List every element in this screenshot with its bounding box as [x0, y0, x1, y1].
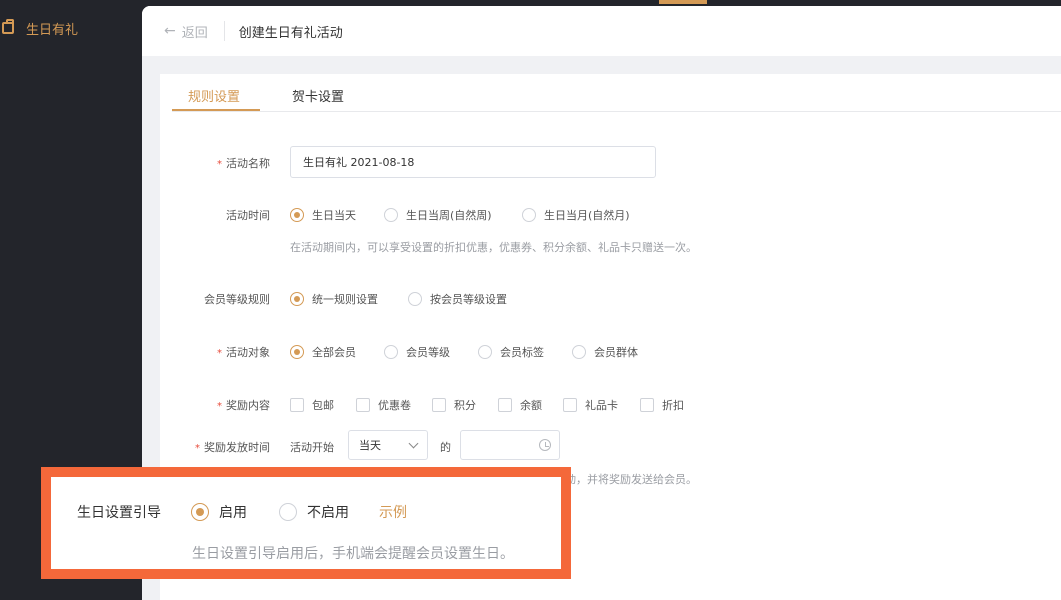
tab-active-indicator: [172, 109, 260, 111]
checkbox-coupon[interactable]: 优惠卷: [356, 397, 411, 413]
clock-icon: [539, 439, 551, 451]
radio-icon: [478, 345, 492, 359]
radio-member-level[interactable]: 会员等级: [384, 344, 450, 360]
reward-time-prefix: 活动开始: [290, 441, 334, 454]
checkbox-balance[interactable]: 余额: [498, 397, 542, 413]
reward-time-label: * 奖励发放时间: [195, 441, 270, 454]
radio-guide-enable[interactable]: 启用: [191, 502, 247, 522]
checkbox-icon: [432, 398, 446, 412]
radio-icon: [384, 345, 398, 359]
tab-bar: 规则设置 贺卡设置: [172, 74, 1061, 112]
activity-name-label: * 活动名称: [217, 157, 270, 170]
required-mark: *: [195, 443, 200, 454]
radio-all-members[interactable]: 全部会员: [290, 344, 356, 360]
radio-birthday-month[interactable]: 生日当月(自然月): [522, 207, 630, 223]
radio-icon: [279, 503, 297, 521]
tab-card-settings[interactable]: 贺卡设置: [292, 86, 344, 105]
sidebar-item-birthday-gift[interactable]: 生日有礼: [0, 16, 78, 40]
required-mark: *: [217, 401, 222, 412]
top-tab-indicator: [659, 0, 707, 4]
birthday-guide-label: 生日设置引导: [77, 505, 161, 521]
radio-per-level-rule[interactable]: 按会员等级设置: [408, 291, 507, 307]
radio-icon: [408, 292, 422, 306]
page-header: ← 返回 创建生日有礼活动: [142, 6, 1061, 56]
checkbox-icon: [356, 398, 370, 412]
reward-time-hint: 动，并将奖励发送给会员。: [565, 473, 697, 486]
checkbox-discount[interactable]: 折扣: [640, 397, 684, 413]
sidebar-item-label: 生日有礼: [26, 22, 79, 38]
time-picker-input[interactable]: [460, 430, 560, 460]
checkbox-free-shipping[interactable]: 包邮: [290, 397, 334, 413]
birthday-guide-highlight: 生日设置引导 启用 不启用 示例 生日设置引导启用后，手机端会提醒会员设置生日。: [41, 467, 571, 579]
activity-time-label: 活动时间: [226, 209, 270, 222]
radio-selected-icon: [290, 208, 304, 222]
radio-birthday-day[interactable]: 生日当天: [290, 207, 356, 223]
page-title: 创建生日有礼活动: [238, 25, 343, 41]
tab-rule-settings[interactable]: 规则设置: [188, 86, 240, 105]
activity-target-label: * 活动对象: [217, 346, 270, 359]
reward-time-of-label: 的: [440, 441, 451, 454]
radio-member-group[interactable]: 会员群体: [572, 344, 638, 360]
radio-selected-icon: [191, 503, 209, 521]
checkbox-icon: [290, 398, 304, 412]
reward-content-label: * 奖励内容: [217, 399, 270, 412]
radio-selected-icon: [290, 292, 304, 306]
chevron-down-icon: [408, 438, 419, 449]
radio-icon: [572, 345, 586, 359]
checkbox-points[interactable]: 积分: [432, 397, 476, 413]
radio-unified-rule[interactable]: 统一规则设置: [290, 291, 378, 307]
birthday-guide-hint: 生日设置引导启用后，手机端会提醒会员设置生日。: [192, 546, 514, 562]
gift-icon: [2, 19, 14, 34]
back-button[interactable]: ← 返回: [164, 22, 208, 41]
radio-icon: [384, 208, 398, 222]
member-level-rule-label: 会员等级规则: [204, 293, 270, 306]
checkbox-icon: [498, 398, 512, 412]
back-label: 返回: [181, 25, 208, 41]
checkbox-gift-card[interactable]: 礼品卡: [563, 397, 618, 413]
header-divider: [223, 21, 225, 41]
checkbox-icon: [563, 398, 577, 412]
reward-time-select[interactable]: 当天: [348, 430, 428, 460]
activity-name-input[interactable]: 生日有礼 2021-08-18: [290, 146, 656, 178]
activity-time-hint: 在活动期间内，可以享受设置的折扣优惠，优惠券、积分余额、礼品卡只赠送一次。: [290, 241, 697, 254]
arrow-left-icon: ←: [164, 23, 176, 39]
radio-member-tag[interactable]: 会员标签: [478, 344, 544, 360]
required-mark: *: [217, 159, 222, 170]
radio-birthday-week[interactable]: 生日当周(自然周): [384, 207, 492, 223]
radio-icon: [522, 208, 536, 222]
reward-time-select-value: 当天: [359, 439, 381, 452]
radio-selected-icon: [290, 345, 304, 359]
required-mark: *: [217, 348, 222, 359]
radio-guide-disable[interactable]: 不启用: [279, 502, 349, 522]
example-link[interactable]: 示例: [379, 502, 407, 522]
checkbox-icon: [640, 398, 654, 412]
